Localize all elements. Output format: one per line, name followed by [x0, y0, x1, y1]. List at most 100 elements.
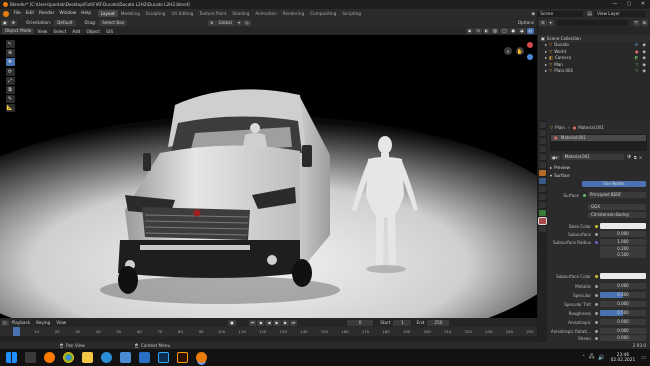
modifier-tab-icon[interactable] — [539, 178, 546, 184]
volume-icon[interactable]: 🔊 — [598, 355, 604, 361]
unlink-material-icon[interactable]: ✕ — [639, 155, 642, 160]
shading-solid-icon[interactable]: ● — [509, 28, 517, 34]
menu-select[interactable]: Select — [50, 29, 69, 34]
notification-icon[interactable]: ▭ — [641, 355, 646, 361]
windows-start-icon[interactable] — [6, 352, 17, 363]
timeline-view-menu[interactable]: View — [53, 320, 69, 325]
maximize-button[interactable]: ▢ — [622, 0, 636, 9]
data-tab-icon[interactable] — [539, 210, 546, 216]
roughness-field[interactable]: 0.500 — [600, 310, 646, 317]
timeline-ruler[interactable]: 0102030405060708090100110120130140150160… — [0, 327, 537, 336]
visibility-icon[interactable]: ◉ — [465, 28, 474, 34]
surface-shader-dropdown[interactable]: Principled BSDF — [588, 192, 646, 199]
firefox-icon[interactable] — [44, 352, 55, 363]
render-tab-icon[interactable] — [539, 130, 546, 136]
base-color-swatch[interactable] — [600, 223, 646, 230]
illustrator-icon[interactable] — [177, 352, 188, 363]
pivot-icon[interactable]: ⊕ — [208, 19, 216, 26]
mail-icon[interactable] — [139, 352, 150, 363]
expand-arrow-icon[interactable]: ▸ — [545, 49, 547, 54]
subsurface-color-swatch[interactable] — [600, 273, 646, 280]
orientation-dropdown[interactable]: Default — [54, 19, 76, 26]
outliner-row-camera[interactable]: ▸ ◧ Camera ◩ ◉ — [538, 55, 650, 62]
view-layer-selector[interactable]: View Layer — [594, 10, 646, 17]
record-icon[interactable]: ● — [228, 319, 236, 326]
play-reverse-icon[interactable]: ◀ — [265, 319, 273, 326]
timeline-editor-icon[interactable]: ◷ — [1, 319, 9, 326]
expand-arrow-icon[interactable]: ▸ — [545, 62, 547, 67]
distribution-dropdown[interactable]: GGX — [588, 204, 646, 211]
use-nodes-button[interactable]: Use Nodes — [582, 181, 646, 188]
tab-rendering[interactable]: Rendering — [280, 10, 307, 17]
gizmo-toggle-icon[interactable]: ⟲ — [474, 28, 482, 34]
drag-dropdown[interactable]: Select Box — [99, 19, 128, 26]
subsurface-radius-x-field[interactable]: 1.000 — [600, 239, 646, 246]
world-tab-icon[interactable] — [539, 162, 546, 168]
overlay-icon[interactable]: ◐ — [482, 28, 491, 34]
measure-icon[interactable]: 📐 — [5, 104, 15, 113]
mode-dropdown[interactable]: Object Mode — [2, 28, 35, 34]
transform-icon[interactable]: ⧉ — [5, 85, 15, 94]
end-frame-field[interactable]: 250 — [427, 319, 450, 326]
subsurface-field[interactable]: 0.000 — [600, 231, 646, 238]
material-slot-list[interactable]: ● Material.001 — [550, 134, 647, 151]
playhead[interactable] — [13, 327, 20, 336]
specular-tint-field[interactable]: 0.000 — [600, 301, 646, 308]
physics-tab-icon[interactable] — [539, 194, 546, 200]
anisotropic-rotation-field[interactable]: 0.000 — [600, 328, 646, 335]
prev-key-icon[interactable]: ◆ — [257, 319, 265, 326]
subsurface-radius-z-field[interactable]: 0.100 — [600, 252, 646, 259]
material-selector[interactable]: ●▾ Material.001 🛡 ⧉ ✕ — [547, 154, 650, 161]
specular-field[interactable]: 0.500 — [600, 292, 646, 299]
clock[interactable]: 23:46 02.02.2021 — [611, 353, 636, 363]
expand-arrow-icon[interactable]: ▸ — [545, 42, 547, 47]
tab-shading[interactable]: Shading — [229, 10, 252, 17]
scale-icon[interactable]: ⤢ — [5, 76, 15, 85]
rotate-icon[interactable]: ⟳ — [5, 67, 15, 76]
transform-icon[interactable]: ✥ — [9, 19, 18, 26]
section-preview[interactable]: ▸ Preview — [547, 164, 650, 171]
constraints-tab-icon[interactable] — [539, 202, 546, 208]
outliner-filter-icon[interactable]: ⛉ — [632, 19, 640, 26]
outliner-editor-icon[interactable]: ☰ — [539, 19, 547, 26]
view-layer-tab-icon[interactable] — [539, 146, 546, 152]
outliner-search-input[interactable] — [556, 19, 629, 26]
menu-file[interactable]: File — [11, 11, 23, 16]
play-icon[interactable]: ▶ — [273, 319, 281, 326]
tab-modeling[interactable]: Modeling — [118, 10, 143, 17]
outliner-filter-dropdown-icon[interactable]: ▾ — [547, 19, 554, 26]
subsurface-method-dropdown[interactable]: Christensen-Burley — [588, 212, 646, 219]
menu-object[interactable]: Object — [83, 29, 103, 34]
edge-icon[interactable] — [101, 352, 112, 363]
visibility-eye-icon[interactable]: ◉ — [642, 62, 646, 67]
visibility-eye-icon[interactable]: ◉ — [642, 68, 646, 73]
new-collection-icon[interactable]: ⊞ — [640, 19, 648, 26]
network-icon[interactable]: 🖧 — [589, 354, 595, 362]
visibility-eye-icon[interactable]: ◉ — [642, 42, 646, 47]
subsurface-radius-y-field[interactable]: 0.200 — [600, 245, 646, 252]
jump-start-icon[interactable]: ⏮ — [248, 319, 257, 326]
tab-sculpting[interactable]: Sculpting — [143, 10, 169, 17]
task-view-icon[interactable] — [25, 352, 36, 363]
collapse-arrow-icon[interactable]: ▸ — [550, 165, 552, 170]
tab-uv-editing[interactable]: UV Editing — [168, 10, 196, 17]
store-icon[interactable] — [120, 352, 131, 363]
xray-icon[interactable]: ▧ — [491, 28, 500, 34]
tray-up-icon[interactable]: ˄ — [582, 355, 585, 361]
sheen-field[interactable]: 0.000 — [600, 335, 646, 342]
tool-tab-icon[interactable] — [539, 122, 546, 128]
scene-selector[interactable]: Scene — [537, 10, 584, 17]
menu-edit[interactable]: Edit — [23, 11, 36, 16]
expand-arrow-icon[interactable]: ▾ — [550, 173, 552, 178]
expand-arrow-icon[interactable]: ▸ — [545, 55, 547, 60]
proportional-edit-icon[interactable]: ◎ — [243, 19, 251, 26]
minimize-button[interactable]: — — [608, 0, 622, 9]
start-frame-field[interactable]: 1 — [393, 319, 412, 326]
cursor-3d-icon[interactable]: ⊕ — [5, 49, 15, 58]
next-key-icon[interactable]: ◆ — [281, 319, 289, 326]
visibility-eye-icon[interactable]: ◉ — [642, 49, 646, 54]
transform-orientation-dropdown[interactable]: Global — [215, 19, 235, 26]
outliner-row-ducato[interactable]: ▸ ▽ Ducato ⚙ ◉ — [538, 42, 650, 49]
tab-texture-paint[interactable]: Texture Paint — [196, 10, 229, 17]
navigation-gizmo[interactable]: ⌕ ✋ — [500, 40, 534, 62]
